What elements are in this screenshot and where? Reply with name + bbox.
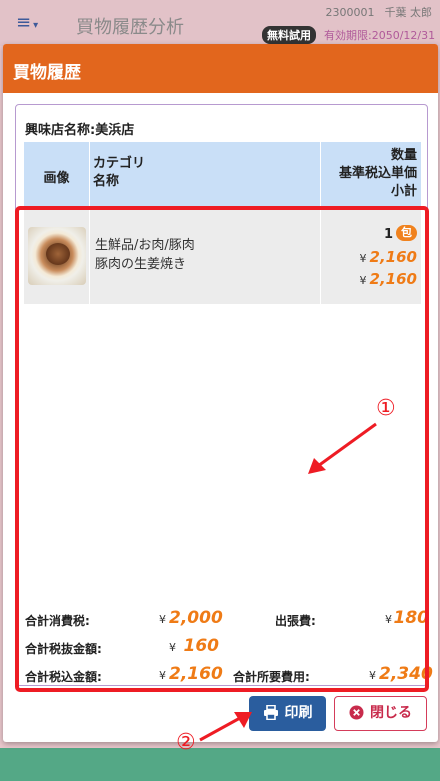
menu-button[interactable]: ≡ ▾ [16, 12, 38, 33]
tax-value: 2,000 [169, 608, 223, 628]
app-title: 買物履歴分析 [76, 17, 184, 38]
row-subtotal-line: ¥2,160 [321, 268, 417, 290]
yen-symbol: ¥ [369, 669, 376, 682]
required-cost-label: 合計所要費用: [233, 670, 310, 684]
purchase-history-modal: 買物履歴 興味店名称:美浜店 画像 カテゴリ 名称 数量 基準税込単価 小計 生… [3, 44, 438, 742]
row-unit-price: 2,160 [369, 248, 417, 266]
user-id: 2300001 [325, 6, 375, 19]
row-category-cell: 生鮮品/お肉/豚肉 豚肉の生姜焼き [91, 209, 321, 305]
background-footer [0, 748, 440, 781]
header-image: 画像 [24, 142, 90, 207]
travel-value: 180 [393, 608, 430, 628]
header-unit-price: 基準税込単価 [338, 166, 417, 181]
yen-symbol: ¥ [385, 613, 392, 626]
row-category: 生鮮品/お肉/豚肉 [95, 238, 195, 253]
printer-icon [263, 699, 279, 734]
header-category: カテゴリ 名称 [91, 142, 321, 207]
row-image-cell [24, 209, 90, 305]
table-row[interactable]: 生鮮品/お肉/豚肉 豚肉の生姜焼き 1包 ¥2,160 ¥2,160 [24, 209, 421, 305]
food-photo [28, 227, 86, 285]
print-label: 印刷 [284, 705, 313, 721]
header-category-label: カテゴリ [93, 156, 146, 171]
user-name: 千葉 太郎 [384, 6, 433, 19]
user-info: 2300001 千葉 太郎 [316, 4, 433, 20]
print-button[interactable]: 印刷 [249, 696, 326, 731]
modal-title: 買物履歴 [3, 44, 438, 93]
yen-symbol: ¥ [169, 641, 176, 654]
hamburger-icon: ≡ [16, 12, 32, 33]
yen-symbol: ¥ [159, 613, 166, 626]
row-number-cell: 1包 ¥2,160 ¥2,160 [321, 224, 417, 290]
chevron-down-icon: ▾ [33, 20, 39, 31]
table-header: 画像 カテゴリ 名称 数量 基準税込単価 小計 [24, 142, 421, 207]
row-subtotal: 2,160 [369, 270, 417, 288]
trial-badge: 無料試用 [262, 26, 316, 44]
annotation-number-2: ② [176, 730, 196, 755]
app-header: ≡ ▾ 買物履歴分析 2300001 千葉 太郎 無料試用 有効期限:2050/12… [0, 0, 440, 46]
shop-name: 興味店名称:美浜店 [25, 123, 135, 138]
yen-symbol: ¥ [159, 669, 166, 682]
expiry-date: 有効期限:2050/12/31 [324, 29, 436, 42]
yen-symbol: ¥ [359, 274, 367, 287]
summary-row: 合計税抜金額: ¥ 160 [13, 636, 433, 660]
pretax-label: 合計税抜金額: [25, 642, 102, 656]
header-subtotal: 小計 [390, 184, 417, 199]
tax-label: 合計消費税: [25, 614, 90, 628]
row-unit-price-line: ¥2,160 [321, 246, 417, 268]
header-numbers: 数量 基準税込単価 小計 [321, 147, 417, 201]
header-quantity: 数量 [390, 148, 417, 163]
pretax-value: 160 [183, 636, 220, 656]
total-value: 2,160 [169, 664, 223, 684]
modal-footer: 印刷 閉じる [3, 696, 438, 734]
row-product-name: 豚肉の生姜焼き [95, 257, 187, 272]
summary-section: 合計消費税: ¥ 2,000 出張費: ¥ 180 合計税抜金額: ¥ 160 … [13, 604, 433, 694]
close-label: 閉じる [370, 705, 412, 721]
header-name-label: 名称 [93, 174, 120, 189]
summary-row: 合計消費税: ¥ 2,000 出張費: ¥ 180 [13, 608, 433, 632]
yen-symbol: ¥ [359, 252, 367, 265]
required-cost-value: 2,340 [379, 664, 433, 684]
history-panel: 興味店名称:美浜店 画像 カテゴリ 名称 数量 基準税込単価 小計 生鮮品/お肉… [15, 104, 428, 686]
summary-row: 合計税込金額: ¥ 2,160 合計所要費用: ¥ 2,340 [13, 664, 433, 688]
close-circle-icon [349, 700, 364, 733]
annotation-number-1: ① [376, 396, 396, 421]
row-quantity-line: 1包 [321, 224, 417, 246]
travel-label: 出張費: [275, 614, 316, 628]
total-label: 合計税込金額: [25, 670, 102, 684]
unit-badge: 包 [396, 225, 417, 241]
row-quantity: 1 [383, 227, 393, 242]
close-button[interactable]: 閉じる [334, 696, 427, 731]
